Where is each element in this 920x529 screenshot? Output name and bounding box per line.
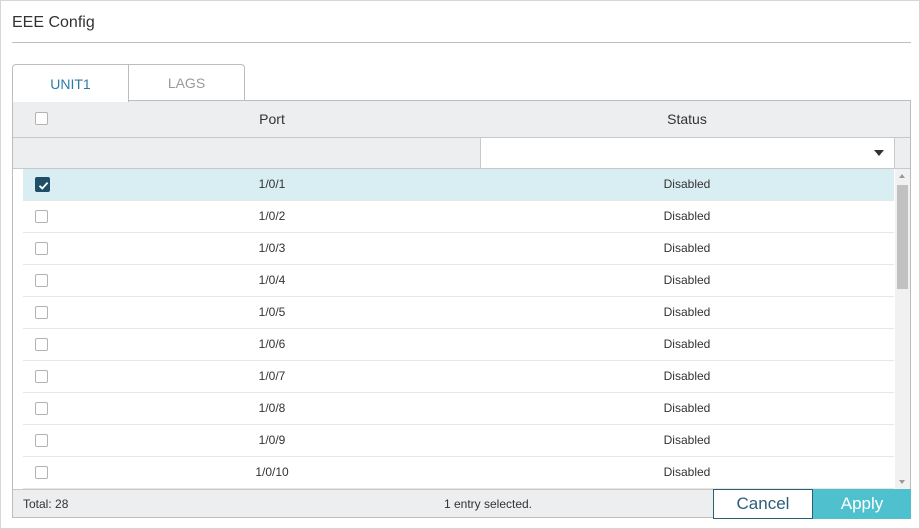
port-cell: 1/0/4 [258, 273, 286, 287]
status-cell: Disabled [663, 177, 711, 191]
status-cell: Disabled [663, 241, 711, 255]
row-checkbox[interactable] [35, 274, 48, 287]
row-checkbox[interactable] [35, 306, 48, 319]
table-row[interactable]: 1/0/9 Disabled [23, 425, 894, 457]
status-cell: Disabled [663, 369, 711, 383]
table-row[interactable]: 1/0/7 Disabled [23, 361, 894, 393]
page-title: EEE Config [12, 14, 95, 31]
port-table-panel: Port Status 1/0/1 Disabled 1/0/2 Disable… [12, 100, 911, 519]
port-cell: 1/0/9 [258, 433, 286, 447]
port-cell: 1/0/10 [255, 465, 289, 479]
status-cell: Disabled [663, 273, 711, 287]
table-scrollbar[interactable] [895, 169, 910, 489]
row-checkbox[interactable] [35, 402, 48, 415]
filter-row [13, 138, 910, 169]
row-checkbox[interactable] [35, 338, 48, 351]
row-checkbox[interactable] [35, 370, 48, 383]
row-checkbox[interactable] [35, 466, 48, 479]
scroll-thumb[interactable] [897, 185, 908, 289]
table-footer: Total: 28 1 entry selected. Cancel Apply [13, 489, 911, 519]
eee-config-window: EEE Config UNIT1 LAGS Port Status 1/0/1 … [0, 0, 920, 529]
port-cell: 1/0/6 [258, 337, 286, 351]
status-cell: Disabled [663, 305, 711, 319]
table-row[interactable]: 1/0/4 Disabled [23, 265, 894, 297]
status-filter-select[interactable] [480, 138, 895, 168]
table-row[interactable]: 1/0/3 Disabled [23, 233, 894, 265]
checkmark-icon [38, 181, 49, 190]
port-cell: 1/0/8 [258, 401, 286, 415]
caret-down-icon [874, 150, 884, 156]
row-checkbox[interactable] [35, 242, 48, 255]
table-header: Port Status [13, 101, 910, 138]
tab-unit1[interactable]: UNIT1 [12, 64, 129, 102]
status-cell: Disabled [663, 209, 711, 223]
row-checkbox[interactable] [35, 434, 48, 447]
row-checkbox[interactable] [35, 210, 48, 223]
total-count: Total: 28 [23, 497, 69, 511]
scroll-down-arrow-icon[interactable] [899, 480, 905, 484]
column-header-status[interactable]: Status [481, 101, 893, 138]
status-cell: Disabled [663, 465, 711, 479]
apply-button[interactable]: Apply [813, 489, 911, 519]
port-cell: 1/0/2 [258, 209, 286, 223]
table-row[interactable]: 1/0/2 Disabled [23, 201, 894, 233]
table-row[interactable]: 1/0/6 Disabled [23, 329, 894, 361]
status-cell: Disabled [663, 433, 711, 447]
title-divider [12, 42, 911, 43]
column-header-port[interactable]: Port [73, 101, 471, 138]
table-body: 1/0/1 Disabled 1/0/2 Disabled 1/0/3 Disa… [23, 169, 894, 489]
row-checkbox[interactable] [35, 177, 50, 192]
table-row[interactable]: 1/0/8 Disabled [23, 393, 894, 425]
port-cell: 1/0/7 [258, 369, 286, 383]
port-cell: 1/0/5 [258, 305, 286, 319]
cancel-button[interactable]: Cancel [713, 489, 813, 519]
port-cell: 1/0/1 [258, 177, 286, 191]
scroll-up-arrow-icon[interactable] [899, 174, 905, 178]
select-all-checkbox[interactable] [35, 112, 48, 125]
table-row[interactable]: 1/0/5 Disabled [23, 297, 894, 329]
table-row[interactable]: 1/0/10 Disabled [23, 457, 894, 489]
status-cell: Disabled [663, 337, 711, 351]
status-cell: Disabled [663, 401, 711, 415]
tab-lags[interactable]: LAGS [128, 64, 245, 101]
table-row[interactable]: 1/0/1 Disabled [23, 169, 894, 201]
selection-status: 1 entry selected. [443, 497, 533, 511]
port-cell: 1/0/3 [258, 241, 286, 255]
